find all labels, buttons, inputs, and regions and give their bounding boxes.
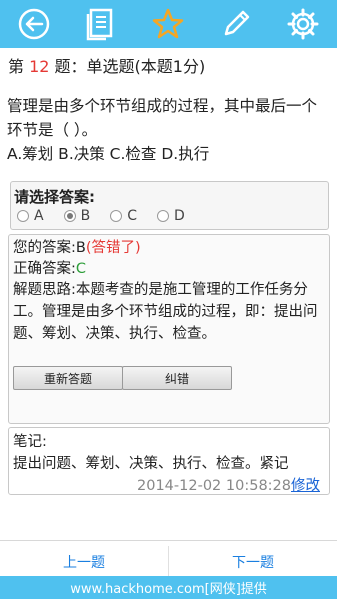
watermark: www.hackhome.com[网侠]提供 — [0, 576, 337, 599]
radio-option-a[interactable]: A — [17, 208, 44, 224]
analysis-text: 解题思路:本题考查的是施工管理的工作任务分工。管理是由多个环节组成的过程，即：提… — [13, 282, 318, 342]
answer-select-panel: 请选择答案: A B C D — [10, 181, 329, 230]
your-answer-line: 您的答案:B(答错了) — [13, 237, 141, 259]
prev-question-button[interactable]: 上一题 — [63, 552, 105, 572]
radio-option-b[interactable]: B — [63, 208, 91, 224]
question-type: 题：单选题(本题1分) — [49, 57, 206, 76]
answer-status: (答错了) — [85, 240, 141, 256]
footer-nav: 上一题 下一题 — [0, 540, 337, 581]
note-timestamp: 2014-12-02 10:58:28 — [137, 478, 291, 494]
top-toolbar — [0, 0, 337, 48]
note-text: 提出问题、筹划、决策、执行、检查。紧记 — [13, 456, 289, 472]
note-edit-link[interactable]: 修改 — [291, 478, 320, 494]
next-question-button[interactable]: 下一题 — [232, 552, 274, 572]
radio-button[interactable] — [110, 210, 123, 222]
radio-option-d[interactable]: D — [156, 208, 185, 224]
question-prefix: 第 — [8, 57, 30, 76]
correct-answer-label: 正确答案: — [13, 261, 76, 277]
radio-label: B — [80, 208, 91, 224]
retry-button[interactable]: 重新答题 — [13, 366, 123, 390]
note-timestamp-line: 2014-12-02 10:58:28修改 — [137, 474, 320, 495]
your-answer-label: 您的答案: — [13, 240, 76, 256]
question-header: 第 12 题：单选题(本题1分) — [8, 56, 205, 78]
question-number: 12 — [29, 57, 50, 76]
radio-label: D — [173, 208, 185, 224]
radio-button-selected[interactable] — [63, 210, 76, 222]
pencil-icon[interactable] — [216, 4, 256, 44]
answer-select-title: 请选择答案: — [14, 188, 95, 206]
star-icon[interactable] — [148, 4, 188, 44]
question-stem: 管理是由多个环节组成的过程，其中最后一个环节是（ ）。 — [7, 97, 318, 139]
document-icon[interactable] — [81, 4, 121, 44]
radio-button[interactable] — [17, 210, 29, 222]
question-text: 管理是由多个环节组成的过程，其中最后一个环节是（ ）。 A.筹划 B.决策 C.… — [7, 94, 331, 166]
note-panel: 笔记: 提出问题、筹划、决策、执行、检查。紧记 2014-12-02 10:58… — [8, 427, 330, 495]
gear-icon[interactable] — [283, 4, 323, 44]
correct-answer-value: C — [75, 261, 87, 277]
radio-label: A — [34, 208, 44, 224]
radio-option-c[interactable]: C — [110, 208, 137, 224]
radio-label: C — [127, 208, 137, 224]
result-panel: 您的答案:B(答错了) 正确答案:C 解题思路:本题考查的是施工管理的工作任务分… — [8, 234, 330, 424]
radio-button[interactable] — [156, 210, 169, 222]
back-icon[interactable] — [14, 4, 54, 44]
footer-divider — [168, 546, 169, 576]
correct-answer-line: 正确答案:C — [13, 258, 86, 280]
answer-radio-group: A B C D — [17, 208, 205, 224]
your-answer-value: B — [75, 240, 86, 256]
question-options: A.筹划 B.决策 C.检查 D.执行 — [7, 145, 210, 163]
note-label: 笔记: — [13, 434, 47, 450]
report-error-button[interactable]: 纠错 — [122, 366, 232, 390]
